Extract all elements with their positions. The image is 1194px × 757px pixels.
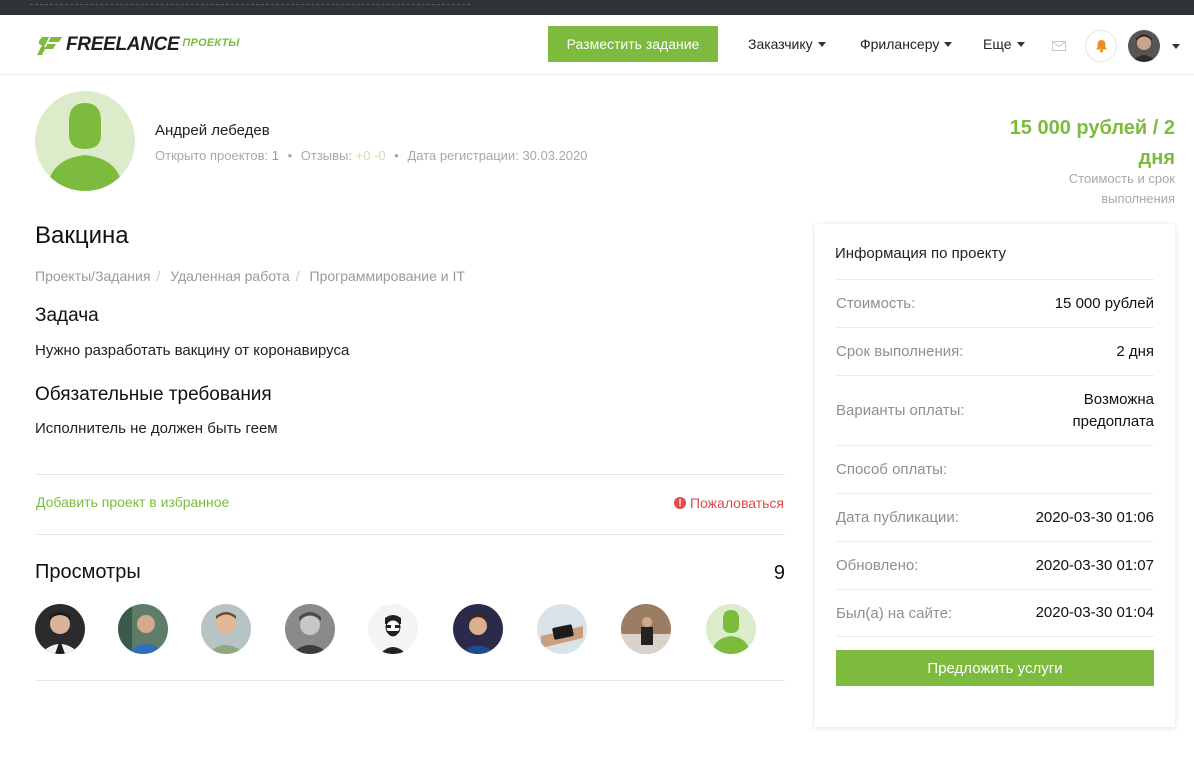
requirements-text: Исполнитель не должен быть геем	[35, 420, 278, 437]
divider	[35, 680, 785, 681]
breadcrumb: Проекты/Задания / Удаленная работа / Прогр…	[35, 268, 465, 284]
offer-services-button[interactable]: Предложить услуги	[836, 650, 1154, 686]
logo-mark-icon	[37, 36, 62, 55]
notifications-button[interactable]	[1085, 30, 1117, 62]
info-key: Срок выполнения:	[836, 343, 964, 360]
info-key: Варианты оплаты:	[836, 402, 965, 419]
info-value: 2020-03-30 01:06	[1035, 508, 1154, 526]
info-value: 15 000 рублей	[1054, 294, 1154, 312]
task-text: Нужно разработать вакцину от коронавирус…	[35, 342, 350, 359]
info-row-updated: Обновлено: 2020-03-30 01:07	[836, 541, 1154, 589]
viewer-avatar[interactable]	[285, 604, 335, 654]
info-row-published: Дата публикации: 2020-03-30 01:06	[836, 493, 1154, 541]
viewer-avatar[interactable]	[118, 604, 168, 654]
breadcrumb-separator: /	[295, 268, 300, 284]
envelope-icon[interactable]	[1052, 41, 1066, 51]
views-title: Просмотры	[35, 561, 141, 583]
viewer-avatar[interactable]	[706, 604, 756, 654]
nav-for-freelancers[interactable]: Фрилансеру	[860, 36, 953, 52]
divider	[35, 534, 785, 535]
viewer-avatar[interactable]	[453, 604, 503, 654]
logo-subtext: ПРОЕКТЫ	[182, 37, 240, 49]
viewer-avatar[interactable]	[35, 604, 85, 654]
info-row-payment-options: Варианты оплаты: Возможна предоплата	[836, 375, 1154, 445]
nav-label: Фрилансеру	[860, 36, 940, 52]
reviews-value: +0 -0	[355, 148, 386, 163]
registration-label: Дата регистрации:	[407, 148, 519, 163]
info-key: Способ оплаты:	[836, 461, 948, 478]
reviews-label: Отзывы:	[300, 148, 353, 163]
breadcrumb-item-projects[interactable]: Проекты/Задания	[35, 268, 150, 284]
info-key: Обновлено:	[836, 557, 919, 574]
info-row-term: Срок выполнения: 2 дня	[836, 327, 1154, 375]
views-count: 9	[773, 562, 785, 584]
open-projects-value: 1	[271, 148, 279, 163]
viewer-avatar[interactable]	[621, 604, 671, 654]
client-avatar[interactable]	[35, 91, 135, 191]
breadcrumb-item-programming[interactable]: Программирование и IT	[310, 268, 465, 284]
client-name[interactable]: Андрей лебедев	[155, 122, 270, 139]
separator-dot: •	[394, 148, 399, 163]
project-price: 15 000 рублей / 2 дня	[1009, 117, 1175, 169]
bell-icon	[1095, 40, 1107, 53]
task-heading: Задача	[35, 305, 99, 326]
panel-title: Информация по проекту	[835, 245, 1007, 262]
caret-down-icon	[817, 42, 826, 47]
caret-down-icon[interactable]	[1172, 44, 1180, 49]
logo-text: FREELANCE	[66, 34, 180, 55]
info-row-payment-method: Способ оплаты:	[836, 445, 1154, 493]
caret-down-icon	[944, 42, 953, 47]
info-key: Дата публикации:	[836, 509, 959, 526]
user-avatar[interactable]	[1128, 30, 1160, 62]
client-meta: Открыто проектов: 1 • Отзывы: +0 -0 • Да…	[155, 148, 588, 163]
breadcrumb-separator: /	[156, 268, 161, 284]
info-row-cost: Стоимость: 15 000 рублей	[836, 279, 1154, 327]
viewer-avatar[interactable]	[201, 604, 251, 654]
info-value: 2 дня	[1116, 342, 1154, 360]
nav-more[interactable]: Еще	[983, 36, 1025, 52]
viewer-avatar[interactable]	[368, 604, 418, 654]
browser-top-strip	[0, 0, 1194, 15]
site-header: FREELANCE ПРОЕКТЫ Разместить задание Зак…	[0, 15, 1194, 75]
breadcrumb-item-remote[interactable]: Удаленная работа	[170, 268, 290, 284]
info-key: Стоимость:	[836, 295, 916, 312]
divider	[35, 474, 785, 475]
exclamation-icon: !	[673, 497, 686, 509]
info-value: 2020-03-30 01:04	[1035, 604, 1154, 621]
info-value: Возможна предоплата	[1072, 390, 1154, 430]
info-key: Был(а) на сайте:	[836, 604, 953, 622]
nav-label: Заказчику	[748, 36, 813, 52]
caret-down-icon	[1016, 42, 1025, 47]
registration-date: 30.03.2020	[522, 148, 588, 163]
info-row-last-seen: Был(а) на сайте: 2020-03-30 01:04	[836, 589, 1154, 637]
post-task-button[interactable]: Разместить задание	[548, 26, 718, 62]
report-link[interactable]: ! Пожаловаться	[673, 495, 784, 511]
report-label: Пожаловаться	[689, 495, 784, 511]
add-to-favorites-link[interactable]: Добавить проект в избранное	[36, 494, 229, 510]
project-title: Вакцина	[35, 222, 129, 249]
open-projects-label: Открыто проектов:	[155, 148, 269, 163]
info-value: 2020-03-30 01:07	[1035, 556, 1154, 574]
project-info-panel: Информация по проекту Стоимость: 15 000 …	[815, 224, 1175, 727]
viewer-avatar[interactable]	[537, 604, 587, 654]
site-logo[interactable]: FREELANCE ПРОЕКТЫ	[36, 32, 240, 58]
price-caption: Стоимость и срок выполнения	[1068, 171, 1175, 206]
nav-for-clients[interactable]: Заказчику	[748, 36, 826, 52]
separator-dot: •	[287, 148, 293, 163]
nav-label: Еще	[983, 36, 1012, 52]
requirements-heading: Обязательные требования	[35, 384, 272, 405]
